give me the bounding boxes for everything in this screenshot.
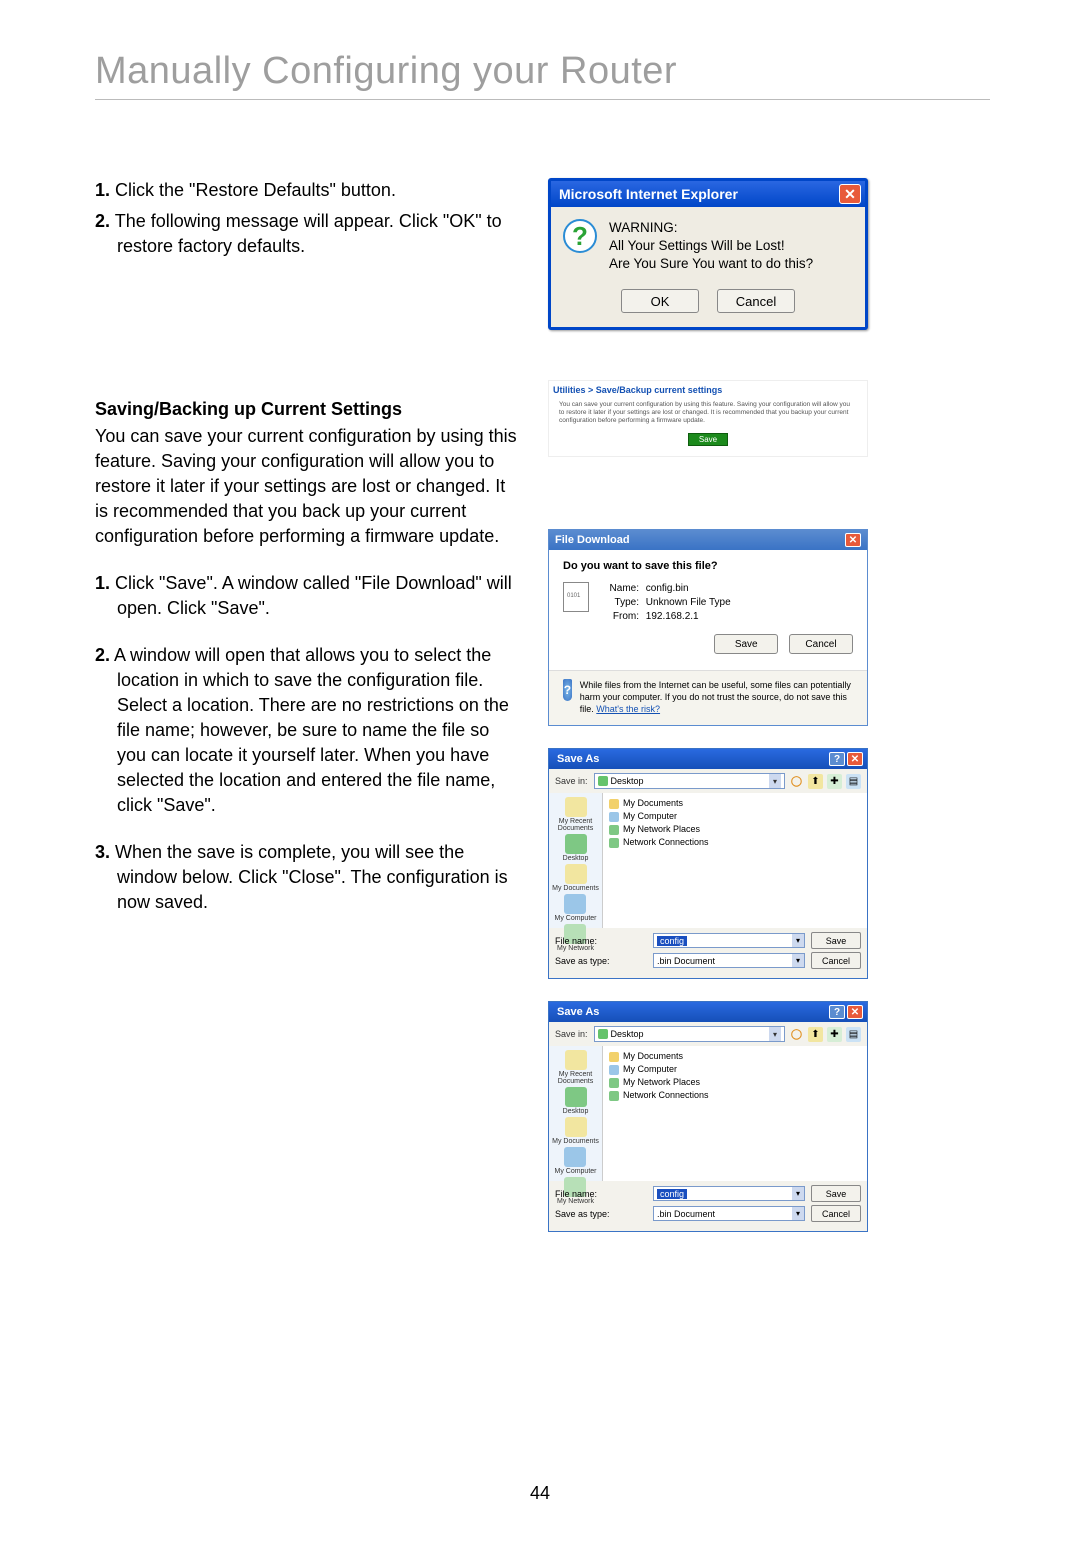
file-icon [563,582,589,612]
dialog-titlebar: Microsoft Internet Explorer ✕ [551,181,865,207]
place-desktop[interactable]: Desktop [563,834,589,862]
filename-label: File name: [555,1189,647,1199]
place-recent[interactable]: My Recent Documents [549,797,602,832]
place-desktop[interactable]: Desktop [563,1087,589,1115]
places-bar: My Recent Documents Desktop My Documents… [549,1046,603,1181]
whats-the-risk-link[interactable]: What's the risk? [596,704,660,714]
panel-description: You can save your current configuration … [553,401,863,425]
file-metadata: Name: config.bin Type: Unknown File Type… [601,582,731,624]
file-listing[interactable]: My Documents My Computer My Network Plac… [603,1046,867,1181]
save-as-dialog: Save As ? ✕ Save in: Desktop ▾ ◯ ⬆ ✚ ▤ M… [548,748,868,979]
places-bar: My Recent Documents Desktop My Documents… [549,793,603,928]
page-number: 44 [0,1483,1080,1504]
close-icon[interactable]: ✕ [839,184,861,204]
page-title: Manually Configuring your Router [95,50,990,93]
chevron-down-icon[interactable]: ▾ [769,774,781,788]
ie-warning-dialog: Microsoft Internet Explorer ✕ ? WARNING:… [548,178,868,330]
place-computer[interactable]: My Computer [554,1147,596,1175]
breadcrumb: Utilities > Save/Backup current settings [553,385,863,395]
download-question: Do you want to save this file? [563,560,853,572]
views-icon[interactable]: ▤ [846,1027,861,1042]
list-item[interactable]: My Network Places [609,1076,861,1089]
router-save-button[interactable]: Save [688,433,728,446]
close-icon[interactable]: ✕ [845,533,861,547]
file-listing[interactable]: My Documents My Computer My Network Plac… [603,793,867,928]
cancel-button[interactable]: Cancel [789,634,853,654]
filename-label: File name: [555,936,647,946]
subhead-save: Saving/Backing up Current Settings [95,399,520,420]
filename-input[interactable]: config▾ [653,1186,805,1201]
help-icon[interactable]: ? [829,1005,845,1019]
step-2: 2. The following message will appear. Cl… [95,209,520,259]
place-documents[interactable]: My Documents [552,1117,599,1145]
views-icon[interactable]: ▤ [846,774,861,789]
download-warning: While files from the Internet can be use… [580,679,853,715]
save-in-combo[interactable]: Desktop ▾ [594,773,785,789]
save-in-label: Save in: [555,776,588,786]
desktop-icon [598,1029,608,1039]
shield-icon: ? [563,679,572,701]
file-download-dialog: File Download ✕ Do you want to save this… [548,529,868,726]
dialog-title: File Download [555,534,845,546]
dialog-title: Save As [557,753,829,765]
save-step-1: 1. Click "Save". A window called "File D… [95,571,520,621]
list-item[interactable]: My Documents [609,1050,861,1063]
save-button[interactable]: Save [811,1185,861,1202]
saveastype-label: Save as type: [555,1209,647,1219]
place-recent[interactable]: My Recent Documents [549,1050,602,1085]
question-icon: ? [563,219,597,253]
router-save-panel: Utilities > Save/Backup current settings… [548,380,868,457]
list-item[interactable]: Network Connections [609,1089,861,1102]
save-in-label: Save in: [555,1029,588,1039]
saveastype-combo[interactable]: .bin Document▾ [653,1206,805,1221]
ok-button[interactable]: OK [621,289,699,313]
dialog-title: Microsoft Internet Explorer [559,186,839,202]
dialog-message: WARNING: All Your Settings Will be Lost!… [609,219,813,273]
cancel-button[interactable]: Cancel [717,289,795,313]
back-icon[interactable]: ◯ [789,1027,804,1042]
save-step-3: 3. When the save is complete, you will s… [95,840,520,915]
dialog-title: Save As [557,1006,829,1018]
step-1: 1. Click the "Restore Defaults" button. [95,178,520,203]
new-folder-icon[interactable]: ✚ [827,774,842,789]
save-step-2: 2. A window will open that allows you to… [95,643,520,818]
save-button[interactable]: Save [714,634,778,654]
folder-up-icon[interactable]: ⬆ [808,774,823,789]
saveastype-combo[interactable]: .bin Document▾ [653,953,805,968]
save-as-dialog-2: Save As ? ✕ Save in: Desktop ▾ ◯ ⬆ ✚ ▤ M… [548,1001,868,1232]
list-item[interactable]: Network Connections [609,836,861,849]
save-in-combo[interactable]: Desktop ▾ [594,1026,785,1042]
saveastype-label: Save as type: [555,956,647,966]
new-folder-icon[interactable]: ✚ [827,1027,842,1042]
back-icon[interactable]: ◯ [789,774,804,789]
title-rule [95,99,990,100]
desktop-icon [598,776,608,786]
list-item[interactable]: My Computer [609,1063,861,1076]
para-save: You can save your current configuration … [95,424,520,549]
close-icon[interactable]: ✕ [847,752,863,766]
folder-up-icon[interactable]: ⬆ [808,1027,823,1042]
dialog-titlebar: File Download ✕ [549,530,867,550]
cancel-button[interactable]: Cancel [811,1205,861,1222]
close-icon[interactable]: ✕ [847,1005,863,1019]
filename-input[interactable]: config▾ [653,933,805,948]
save-button[interactable]: Save [811,932,861,949]
help-icon[interactable]: ? [829,752,845,766]
chevron-down-icon[interactable]: ▾ [769,1027,781,1041]
place-computer[interactable]: My Computer [554,894,596,922]
place-documents[interactable]: My Documents [552,864,599,892]
list-item[interactable]: My Computer [609,810,861,823]
list-item[interactable]: My Network Places [609,823,861,836]
list-item[interactable]: My Documents [609,797,861,810]
cancel-button[interactable]: Cancel [811,952,861,969]
